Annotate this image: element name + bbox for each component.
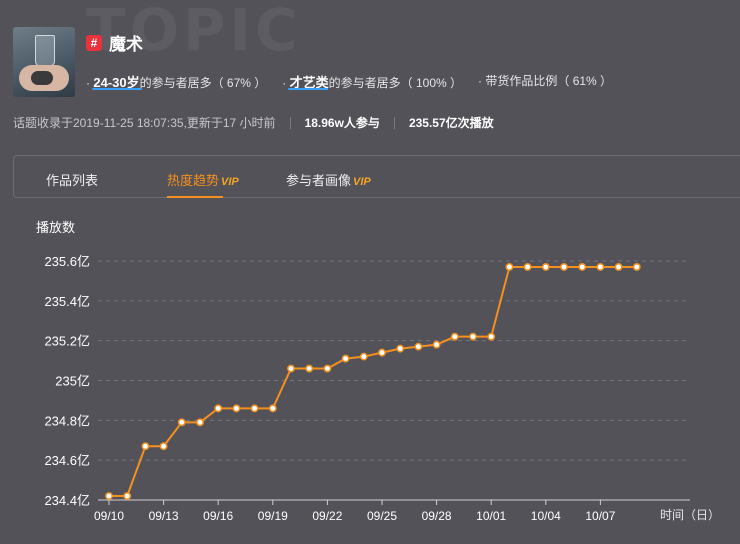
data-point[interactable] xyxy=(196,418,204,427)
y-tick-label: 235.6亿 xyxy=(44,254,90,269)
data-point[interactable] xyxy=(632,263,641,271)
y-tick-label: 234.4亿 xyxy=(44,493,90,508)
data-point[interactable] xyxy=(560,263,568,271)
x-axis-label: 时间（日） xyxy=(660,508,720,522)
data-point[interactable] xyxy=(105,492,113,500)
data-point[interactable] xyxy=(123,492,132,500)
y-tick-label: 234.8亿 xyxy=(44,413,90,428)
data-point[interactable] xyxy=(523,263,532,271)
x-tick-label: 09/22 xyxy=(312,509,342,523)
y-tick-label: 235.4亿 xyxy=(44,294,90,309)
y-tick-label: 235亿 xyxy=(55,374,90,389)
x-tick-label: 09/13 xyxy=(149,509,179,523)
data-point[interactable] xyxy=(232,404,241,413)
y-axis-label: 播放数 xyxy=(36,220,75,235)
data-point[interactable] xyxy=(159,442,168,451)
data-point[interactable] xyxy=(469,332,477,341)
data-point[interactable] xyxy=(432,340,441,349)
data-point[interactable] xyxy=(578,263,587,271)
x-tick-label: 10/04 xyxy=(531,509,561,523)
data-point[interactable] xyxy=(287,364,295,373)
play-count-line-chart: 播放数 时间（日） 234.4亿 234.6亿 234.8亿 235亿 235.2亿 23… xyxy=(36,220,720,523)
data-point[interactable] xyxy=(487,332,496,341)
data-point[interactable] xyxy=(378,348,386,357)
y-tick-label: 235.2亿 xyxy=(44,334,90,349)
x-tick-label: 10/07 xyxy=(585,509,615,523)
x-tick-label: 09/28 xyxy=(422,509,452,523)
data-point[interactable] xyxy=(541,263,550,271)
data-point[interactable] xyxy=(614,263,623,271)
x-tick-label: 09/25 xyxy=(367,509,397,523)
y-tick-label: 234.6亿 xyxy=(44,453,90,468)
data-point[interactable] xyxy=(305,364,314,373)
data-point[interactable] xyxy=(323,364,332,373)
data-point[interactable] xyxy=(450,332,459,341)
data-point[interactable] xyxy=(505,263,514,271)
data-point[interactable] xyxy=(341,354,350,363)
x-tick-label: 09/19 xyxy=(258,509,288,523)
x-tick-label: 10/01 xyxy=(476,509,506,523)
data-point[interactable] xyxy=(396,344,405,353)
data-point[interactable] xyxy=(177,418,186,427)
data-point[interactable] xyxy=(359,352,368,361)
data-point[interactable] xyxy=(596,263,605,271)
data-point[interactable] xyxy=(250,404,259,413)
x-tick-label: 09/10 xyxy=(94,509,124,523)
x-tick-label: 09/16 xyxy=(203,509,233,523)
data-point[interactable] xyxy=(268,404,277,413)
data-point[interactable] xyxy=(414,342,423,351)
data-point[interactable] xyxy=(141,442,150,451)
data-point[interactable] xyxy=(214,404,223,413)
